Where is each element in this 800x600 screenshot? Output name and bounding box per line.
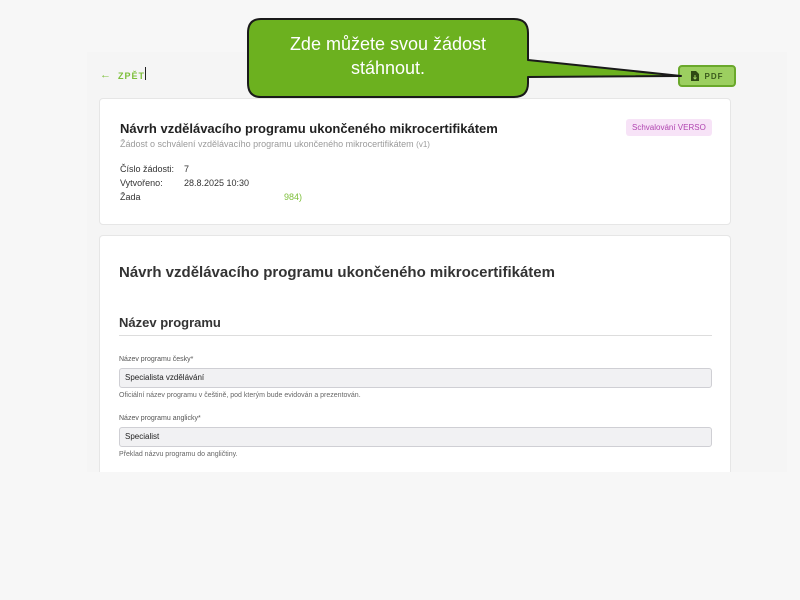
text-cursor [145,67,146,80]
request-title: Návrh vzdělávacího programu ukončeného m… [120,121,498,136]
tooltip-callout: Zde můžete svou žádost stáhnout. [247,18,682,98]
meta-applicant-label: Žada [120,192,141,202]
back-button[interactable]: ← ZPĚT [100,70,145,81]
meta-created: Vytvořeno: 28.8.2025 10:30 [120,178,249,188]
meta-number: Číslo žádosti: 7 [120,164,189,174]
meta-applicant: Žada 984) [120,192,302,202]
pdf-label: PDF [704,71,724,81]
form-title: Návrh vzdělávacího programu ukončeného m… [119,264,555,281]
meta-applicant-link[interactable]: 984) [284,192,302,202]
program-name-cz-input[interactable]: Specialista vzdělávání [119,368,712,388]
meta-created-value: 28.8.2025 10:30 [184,178,250,188]
status-badge: Schvalování VERSO [626,119,712,136]
request-subtitle: Žádost o schválení vzdělávacího programu… [120,139,430,149]
field-label-name-cz: Název programu česky* [119,356,194,363]
field-help-name-cz: Oficiální název programu v češtině, pod … [119,392,361,399]
form-card: Návrh vzdělávacího programu ukončeného m… [99,235,731,472]
back-label: ZPĚT [118,70,146,81]
request-header-card: Návrh vzdělávacího programu ukončeného m… [99,98,731,225]
callout-line-1: Zde můžete svou žádost [289,34,487,54]
meta-number-value: 7 [184,164,190,174]
callout-text: Zde můžete svou žádost stáhnout. [247,32,529,80]
callout-line-2: stáhnout. [350,58,426,78]
field-label-name-en: Název programu anglicky* [119,415,201,422]
request-subtitle-text: Žádost o schválení vzdělávacího programu… [120,139,414,149]
request-version: (v1) [416,140,430,149]
file-download-icon [690,71,699,81]
section-divider [119,335,712,336]
section-title: Název programu [119,315,221,330]
program-name-en-input[interactable]: Specialist [119,427,712,447]
field-help-name-en: Překlad názvu programu do angličtiny. [119,451,238,458]
pdf-download-button[interactable]: PDF [678,65,736,87]
arrow-left-icon: ← [100,69,112,81]
meta-number-label: Číslo žádosti: [120,164,175,174]
meta-created-label: Vytvořeno: [120,178,163,188]
